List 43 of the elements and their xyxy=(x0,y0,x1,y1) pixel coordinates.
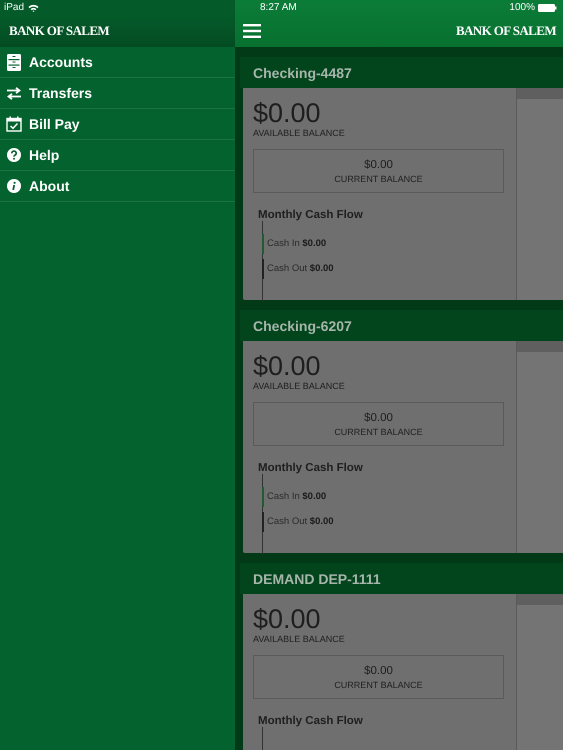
calendar-check-icon xyxy=(6,116,22,132)
menu-item[interactable]: Bill Pay xyxy=(0,109,235,140)
menu-item[interactable]: Help xyxy=(0,140,235,171)
current-balance: $0.00 xyxy=(364,412,393,424)
account-name: DEMAND DEP-1111 xyxy=(253,570,381,586)
account-name: Checking-6207 xyxy=(253,318,352,334)
wifi-icon xyxy=(28,4,40,12)
current-balance: $0.00 xyxy=(364,158,393,170)
device-name: iPad xyxy=(4,2,24,13)
cash-flow-entry: Cash Out $0.00 xyxy=(267,263,334,274)
cash-flow-entry: Cash Out $0.00 xyxy=(267,516,334,527)
account-header[interactable]: Checking-4487 xyxy=(240,57,563,88)
help-icon xyxy=(6,148,22,162)
menu-button[interactable] xyxy=(243,24,261,38)
status-time: 8:27 AM xyxy=(260,2,297,13)
available-balance: $0.00 xyxy=(253,98,322,128)
cash-flow-title: Monthly Cash Flow xyxy=(258,715,364,727)
cabinet-icon xyxy=(6,54,22,70)
battery-percent: 100% xyxy=(509,2,535,13)
cash-flow-title: Monthly Cash Flow xyxy=(258,462,364,474)
menu-item[interactable]: Transfers xyxy=(0,78,235,109)
cash-flow-title: Monthly Cash Flow xyxy=(258,209,364,221)
account-header[interactable]: DEMAND DEP-1111 xyxy=(240,563,563,594)
info-icon xyxy=(6,179,22,193)
current-balance-label: CURRENT BALANCE xyxy=(334,426,423,436)
available-balance-label: AVAILABLE BALANCE xyxy=(253,634,346,644)
cash-flow-entry: Cash In $0.00 xyxy=(267,491,326,502)
available-balance: $0.00 xyxy=(253,604,322,634)
account-header[interactable]: Checking-6207 xyxy=(240,310,563,341)
bank-logo: BANK OF SALEM xyxy=(9,23,110,39)
current-balance-label: CURRENT BALANCE xyxy=(334,680,423,690)
cash-flow-entry: Cash In $0.00 xyxy=(267,238,326,249)
current-balance: $0.00 xyxy=(364,664,393,676)
menu-item[interactable]: Accounts xyxy=(0,47,235,78)
bank-logo: BANK OF SALEM xyxy=(456,23,556,39)
available-balance: $0.00 xyxy=(253,351,322,381)
current-balance-label: CURRENT BALANCE xyxy=(334,174,423,184)
available-balance-label: AVAILABLE BALANCE xyxy=(253,128,346,138)
transfer-arrows-icon xyxy=(6,86,22,100)
battery-icon xyxy=(538,4,557,12)
menu-item[interactable]: About xyxy=(0,171,235,202)
available-balance-label: AVAILABLE BALANCE xyxy=(253,381,346,391)
account-name: Checking-4487 xyxy=(253,64,352,80)
